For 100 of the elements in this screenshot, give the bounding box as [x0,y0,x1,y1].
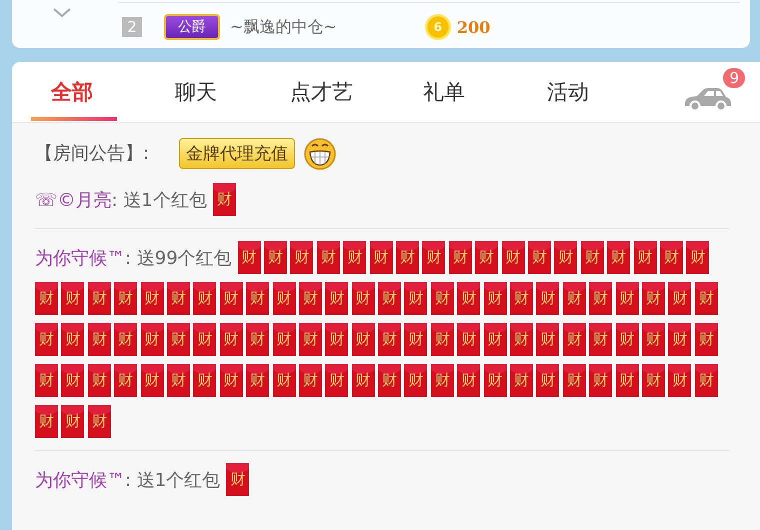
gift-packet: 财 [686,241,710,274]
gift-packet: 财 [88,282,111,315]
gift-packet: 财 [325,364,348,397]
message-text: : 送99个红包 [125,246,232,270]
gift-packet: 财 [536,323,560,356]
gift-packet: 财 [35,282,58,315]
gift-packet: 财 [220,323,243,356]
sender-name[interactable]: 为你守候™ [35,468,125,492]
gift-packet: 财 [378,282,402,315]
gift-packet: 财 [212,183,236,216]
gift-packet: 财 [246,323,270,356]
gift-packet: 财 [694,323,718,356]
gift-packet: 财 [272,364,296,397]
title-badge: 公爵 [164,14,220,40]
gift-packet: 财 [246,364,270,397]
gift-packet: 财 [430,364,454,397]
gift-packet: 财 [298,282,322,315]
sender-name[interactable]: ☏©月亮 [35,188,112,212]
gift-packet: 财 [457,323,480,356]
tab[interactable]: 聊天 [155,62,279,122]
gift-packet: 财 [668,282,692,315]
gift-packet: 财 [562,323,586,356]
gift-packet: 财 [220,364,243,397]
gift-packet: 财 [457,364,480,397]
tab[interactable]: 活动 [527,62,651,122]
gift-packet: 财 [502,241,525,274]
gift-packet: 财 [536,364,560,397]
gift-packet: 财 [166,282,190,315]
gift-packet: 财 [642,364,665,397]
gift-packet: 财 [510,323,534,356]
gift-packet: 财 [430,323,454,356]
gift-packet: 财 [580,241,604,274]
gift-packet: 财 [484,364,507,397]
gift-packet: 财 [634,241,657,274]
gift-packet: 财 [220,282,243,315]
count-badge: 9 [723,68,745,88]
gift-packet: 财 [298,323,322,356]
gift-packet: 财 [88,364,111,397]
tab[interactable]: 礼单 [403,62,527,122]
gift-packet: 财 [114,364,138,397]
gift-packet: 财 [35,405,58,438]
gift-packet: 财 [325,323,348,356]
gift-packet: 财 [352,323,375,356]
gift-packet: 财 [554,241,578,274]
gift-packet: 财 [668,323,692,356]
gift-packet: 财 [298,364,322,397]
gift-packet: 财 [616,364,639,397]
gift-packet: 财 [88,323,111,356]
coin-icon: 6 [424,14,451,40]
gift-packet: 财 [316,241,340,274]
gift-packet: 财 [370,241,393,274]
gift-packet: 财 [264,241,288,274]
gift-packet: 财 [378,364,402,397]
gift-packet: 财 [88,405,111,438]
gift-packet: 财 [642,323,665,356]
tab[interactable]: 点才艺 [279,62,403,122]
gift-packet: 财 [61,364,84,397]
gift-packet: 财 [238,241,261,274]
gift-packet: 财 [226,463,250,496]
gift-packet: 财 [404,364,428,397]
gift-packet: 财 [448,241,472,274]
gift-packet: 财 [140,364,164,397]
sender-name[interactable]: 为你守候™ [35,246,125,270]
user-name: ~飘逸的中仓~ [230,16,337,38]
gift-packet: 财 [193,323,216,356]
gift-packet: 财 [61,323,84,356]
gift-packet: 财 [616,323,639,356]
car-icon[interactable] [683,86,733,112]
gift-packet: 财 [193,282,216,315]
recharge-button[interactable]: 金牌代理充值 [179,138,295,168]
tab[interactable]: 全部 [31,62,155,122]
gift-packet: 财 [396,241,420,274]
gift-packet: 财 [325,282,348,315]
gift-packet: 财 [378,323,402,356]
gift-packet: 财 [668,364,692,397]
gift-packet: 财 [607,241,630,274]
gift-packet: 财 [562,364,586,397]
gift-packet: 财 [343,241,366,274]
gift-packet: 财 [484,282,507,315]
gift-packet: 财 [642,282,665,315]
gift-packet: 财 [166,364,190,397]
gift-packet: 财 [562,282,586,315]
gift-packet: 财 [140,323,164,356]
grin-emoji-icon [303,136,337,170]
gift-packet: 财 [589,364,612,397]
gift-packet: 财 [589,282,612,315]
gift-packet: 财 [694,364,718,397]
announcement-label: 【房间公告】: [35,142,150,165]
gift-packet: 财 [166,323,190,356]
gift-packet: 财 [484,323,507,356]
gift-packet: 财 [193,364,216,397]
gift-packet: 财 [35,364,58,397]
gift-packet: 财 [290,241,314,274]
gift-packet: 财 [246,282,270,315]
gift-packet: 财 [404,323,428,356]
gift-packet: 财 [404,282,428,315]
gift-packet: 财 [114,282,138,315]
chevron-down-icon[interactable] [53,8,71,18]
gift-packet: 财 [660,241,683,274]
gift-packet: 财 [430,282,454,315]
